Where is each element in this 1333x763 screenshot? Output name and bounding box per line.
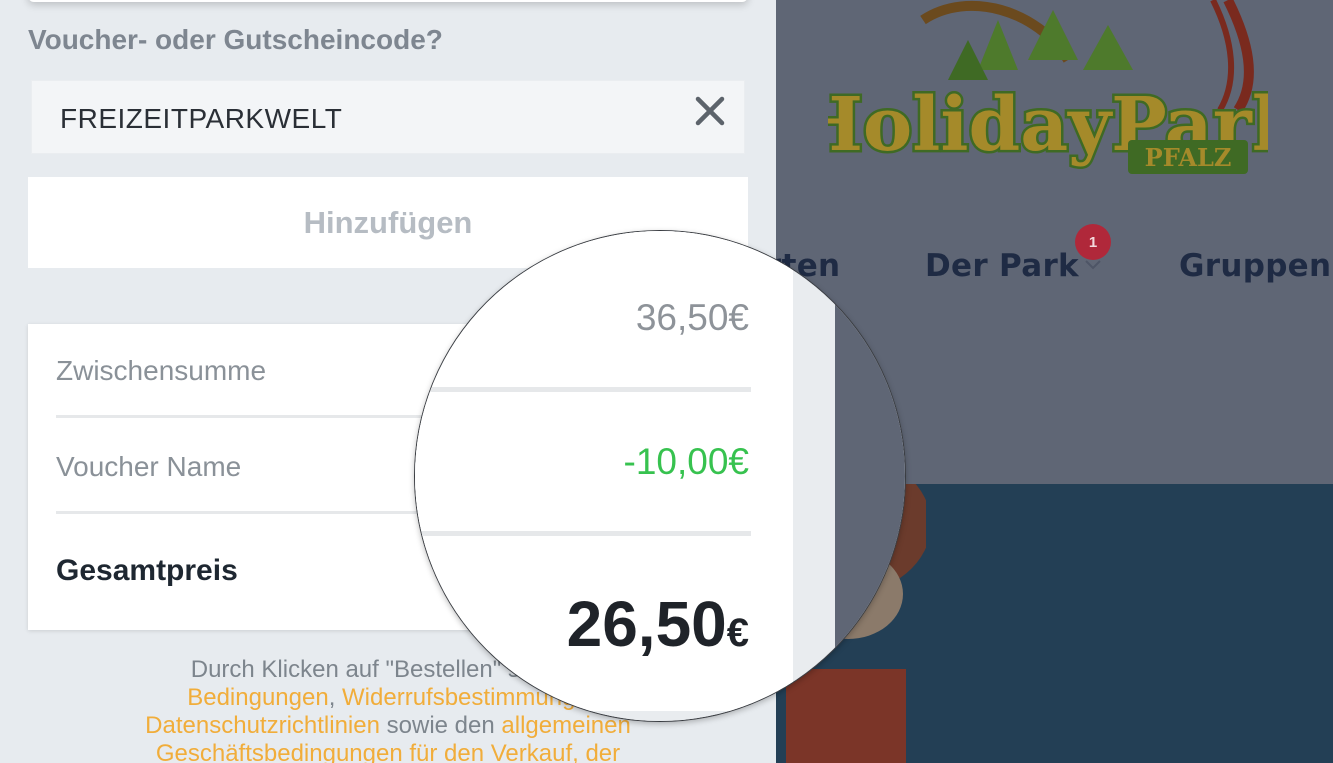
total-amount: 26,50 xyxy=(566,588,727,660)
magnifier-lens: 36,50€ -10,00€ 26,50€ xyxy=(414,230,906,722)
voucher-code-value[interactable]: FREIZEITPARKWELT xyxy=(60,103,342,135)
previous-card-edge xyxy=(28,0,748,2)
lens-divider xyxy=(415,387,751,392)
screen: HolidayPark PFALZ rten Der Park 1 Gruppe… xyxy=(0,0,1333,763)
legal-line-4: Geschäftsbedingungen für den Verkauf, de… xyxy=(0,740,776,763)
logo-subtext: PFALZ xyxy=(1145,143,1232,172)
voucher-name-label: Voucher Name xyxy=(56,451,242,482)
nav-notification-badge: 1 xyxy=(1075,224,1111,260)
total-currency: € xyxy=(726,611,749,655)
subtotal-value: 36,50€ xyxy=(635,297,749,338)
total-value: 26,50€ xyxy=(567,587,749,661)
sales-terms-link[interactable]: Geschäftsbedingungen für den Verkauf xyxy=(156,740,572,763)
discount-value: -10,00€ xyxy=(623,441,750,482)
close-icon[interactable] xyxy=(692,93,728,129)
total-label: Gesamtpreis xyxy=(56,554,238,587)
conditions-link[interactable]: Bedingungen xyxy=(187,684,328,711)
lens-divider xyxy=(415,531,751,536)
voucher-heading: Voucher- oder Gutscheincode? xyxy=(28,24,443,55)
holidaypark-logo[interactable]: HolidayPark PFALZ xyxy=(828,0,1268,180)
nav-item-der-park[interactable]: Der Park xyxy=(925,248,1079,284)
subtotal-label: Zwischensumme xyxy=(56,355,267,386)
chevron-down-icon[interactable] xyxy=(1084,258,1102,272)
nav-item-gruppen[interactable]: Gruppen xyxy=(1179,248,1331,284)
voucher-code-input[interactable]: FREIZEITPARKWELT xyxy=(31,80,745,154)
privacy-link[interactable]: Datenschutzrichtlinien xyxy=(145,712,380,739)
